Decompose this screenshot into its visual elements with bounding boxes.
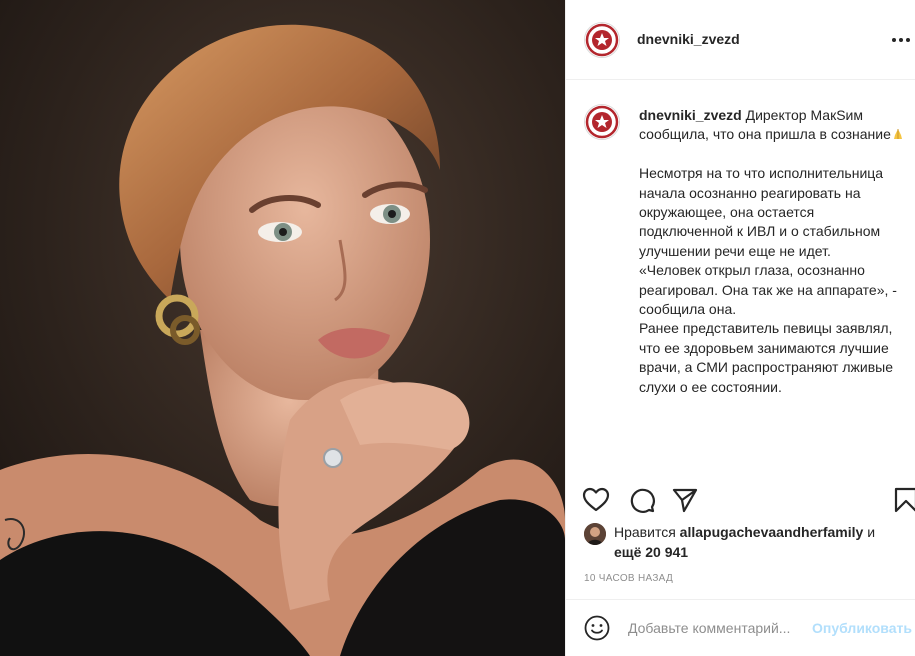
comment-button[interactable] (628, 486, 656, 514)
more-icon[interactable] (892, 30, 915, 50)
smiley-icon[interactable] (584, 615, 610, 641)
comment-input[interactable] (628, 620, 808, 636)
post-photo[interactable] (0, 0, 565, 656)
caption-body: Несмотря на то что исполнительница начал… (639, 165, 897, 395)
avatar[interactable] (584, 22, 620, 58)
post-timestamp[interactable]: 10 часов назад (584, 573, 673, 584)
liker-avatar-image (584, 523, 606, 545)
header-username[interactable]: dnevniki_zvezd (637, 31, 740, 47)
comment-icon (630, 488, 655, 513)
like-button[interactable] (582, 486, 610, 514)
likes-conjunction: и (867, 524, 876, 540)
post-header: dnevniki_zvezd (566, 0, 915, 80)
portrait-image (0, 0, 565, 656)
publish-button[interactable]: Опубликовать (812, 620, 912, 636)
logo-icon (585, 23, 619, 57)
logo-icon (585, 105, 619, 139)
caption-username[interactable]: dnevniki_zvezd (639, 107, 742, 123)
heart-icon (582, 487, 610, 512)
save-button[interactable] (892, 486, 915, 514)
share-button[interactable] (671, 486, 699, 514)
post-side-panel: dnevniki_zvezd dnevniki_zvezd Директор М… (565, 0, 915, 656)
praying-hands-icon (893, 129, 902, 140)
action-bar (566, 484, 915, 518)
bookmark-icon (894, 487, 915, 513)
likes-summary: Нравится allapugachevaandherfamily и ещё … (584, 522, 914, 562)
caption-text: dnevniki_zvezd Директор МакSим сообщила,… (639, 106, 911, 397)
comment-bar: Опубликовать (566, 599, 915, 656)
likes-count[interactable]: ещё 20 941 (614, 544, 688, 560)
likes-prefix: Нравится (614, 524, 676, 540)
post-caption: dnevniki_zvezd Директор МакSим сообщила,… (566, 96, 915, 476)
liker-username[interactable]: allapugachevaandherfamily (680, 524, 864, 540)
share-icon (672, 488, 698, 513)
avatar[interactable] (584, 104, 620, 140)
avatar[interactable] (584, 523, 606, 545)
